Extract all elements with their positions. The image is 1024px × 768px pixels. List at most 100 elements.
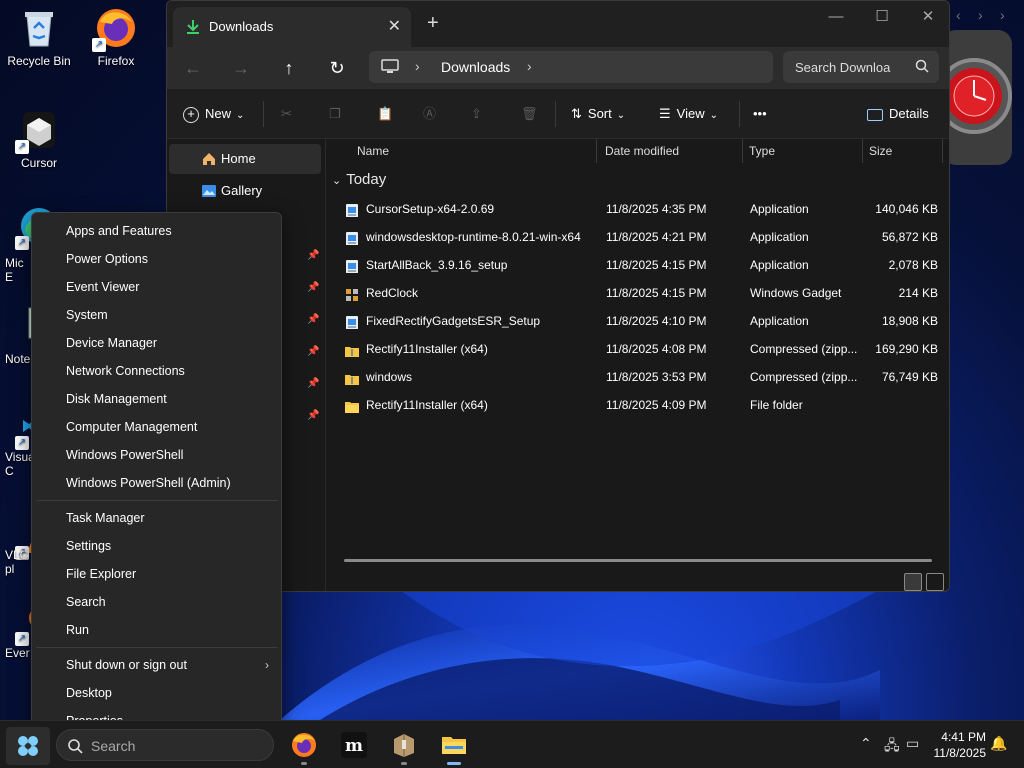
menu-item-device-manager[interactable]: Device Manager	[36, 329, 277, 357]
menu-item-file-explorer[interactable]: File Explorer	[36, 560, 277, 588]
nav-item-gallery[interactable]: Gallery	[169, 176, 321, 206]
desktop-icon-cursor[interactable]: ↗ Cursor	[1, 108, 77, 170]
gadget-prev-icon[interactable]: ‹	[956, 7, 961, 23]
chevron-down-icon: ⌄	[709, 110, 718, 121]
share-icon[interactable]: ⇪	[471, 103, 482, 125]
column-header-date[interactable]: Date modified	[605, 139, 679, 163]
menu-item-power-options[interactable]: Power Options	[36, 245, 277, 273]
start-button[interactable]	[6, 727, 50, 765]
breadcrumb-separator-icon[interactable]: ›	[527, 58, 532, 74]
cut-icon[interactable]: ✂	[281, 103, 292, 125]
menu-item-disk-management[interactable]: Disk Management	[36, 385, 277, 413]
pin-icon[interactable]: 📌	[307, 314, 319, 326]
file-date: 11/8/2025 4:15 PM	[606, 258, 707, 272]
menu-item-run[interactable]: Run	[36, 616, 277, 644]
file-row[interactable]: CursorSetup-x64-2.0.69 11/8/2025 4:35 PM A…	[340, 195, 940, 223]
file-size: 56,872 KB	[881, 230, 938, 244]
taskbar-archive-app[interactable]	[390, 731, 418, 765]
menu-item-apps-and-features[interactable]: Apps and Features	[36, 217, 277, 245]
menu-item-event-viewer[interactable]: Event Viewer	[36, 273, 277, 301]
pin-icon[interactable]: 📌	[307, 250, 319, 262]
view-button[interactable]: ☰ View ⌄	[659, 103, 718, 125]
pin-icon[interactable]: 📌	[307, 410, 319, 422]
menu-item-computer-management[interactable]: Computer Management	[36, 413, 277, 441]
gadget-next-icon[interactable]: ›	[978, 7, 983, 23]
forward-button[interactable]: →	[229, 56, 253, 80]
nav-item-home[interactable]: Home	[169, 144, 321, 174]
desktop-icon-firefox[interactable]: ↗ Firefox	[78, 6, 154, 68]
display-icon[interactable]: ▭	[906, 735, 919, 752]
file-row[interactable]: StartAllBack_3.9.16_setup 11/8/2025 4:15 …	[340, 251, 940, 279]
pin-icon[interactable]: 📌	[307, 346, 319, 358]
tab-downloads[interactable]: Downloads ✕	[173, 7, 411, 47]
file-date: 11/8/2025 4:08 PM	[606, 342, 707, 356]
group-header-today[interactable]: ⌄ Today	[332, 171, 386, 188]
network-icon[interactable]: 🖧	[884, 735, 900, 759]
delete-icon[interactable]: 🗑	[521, 103, 538, 125]
svg-text:m: m	[345, 736, 363, 756]
pin-icon[interactable]: 📌	[307, 282, 319, 294]
menu-item-settings[interactable]: Settings	[36, 532, 277, 560]
file-row[interactable]: windows 11/8/2025 3:53 PM Compressed (zipp…	[340, 363, 940, 391]
gadget-move-icon[interactable]: ›	[1000, 7, 1005, 23]
paste-icon[interactable]: 📋	[377, 103, 393, 125]
refresh-button[interactable]: ↻	[325, 56, 349, 80]
column-header-name[interactable]: Name	[357, 139, 389, 163]
taskbar-clock[interactable]: 4:41 PM 11/8/2025	[924, 729, 987, 761]
breadcrumb-downloads[interactable]: Downloads	[441, 59, 510, 75]
address-bar[interactable]: › Downloads ›	[369, 51, 773, 83]
menu-item-network-connections[interactable]: Network Connections	[36, 357, 277, 385]
show-hidden-icons-icon[interactable]: ⌃	[860, 735, 872, 752]
up-button[interactable]: ↑	[277, 56, 301, 80]
file-size: 169,290 KB	[875, 342, 938, 356]
tiles-view-icon[interactable]	[926, 573, 944, 591]
copy-icon[interactable]: ❐	[329, 103, 341, 125]
details-view-icon[interactable]	[904, 573, 922, 591]
maximize-button[interactable]: ☐	[859, 7, 905, 27]
menu-item-shut-down-or-sign-out[interactable]: Shut down or sign out	[36, 651, 277, 679]
pin-icon[interactable]: 📌	[307, 378, 319, 390]
file-type: Compressed (zipp...	[750, 342, 858, 356]
breadcrumb-separator-icon[interactable]: ›	[415, 58, 420, 74]
chevron-right-icon: ›	[265, 658, 269, 672]
horizontal-scrollbar[interactable]	[344, 559, 932, 562]
menu-item-task-manager[interactable]: Task Manager	[36, 504, 277, 532]
taskbar-search-input[interactable]: Search	[56, 729, 274, 761]
column-header-size[interactable]: Size	[869, 139, 892, 163]
sort-button[interactable]: ⇅ Sort ⌄	[571, 103, 625, 125]
windows-flower-icon	[18, 736, 38, 756]
menu-item-desktop[interactable]: Desktop	[36, 679, 277, 707]
shortcut-arrow-icon: ↗	[15, 632, 29, 646]
column-header-type[interactable]: Type	[749, 139, 775, 163]
file-explorer-window: Downloads ✕ + — ☐ ✕ ← → ↑ ↻ › Downloads …	[166, 0, 950, 592]
menu-item-windows-powershell[interactable]: Windows PowerShell	[36, 441, 277, 469]
more-options-button[interactable]: •••	[753, 103, 767, 125]
chevron-down-icon: ⌄	[616, 110, 626, 121]
new-button[interactable]: + New ⌄	[183, 103, 244, 125]
menu-item-search[interactable]: Search	[36, 588, 277, 616]
new-tab-button[interactable]: +	[427, 13, 439, 33]
rename-icon[interactable]: Ⓐ	[423, 103, 436, 125]
file-row[interactable]: FixedRectifyGadgetsESR_Setup 11/8/2025 4:…	[340, 307, 940, 335]
notifications-bell-icon[interactable]: 🔔	[990, 735, 1007, 752]
file-row[interactable]: windowsdesktop-runtime-8.0.21-win-x64 11/…	[340, 223, 940, 251]
file-row[interactable]: RedClock 11/8/2025 4:15 PM Windows Gadget 2…	[340, 279, 940, 307]
details-pane-button[interactable]: Details	[867, 103, 929, 125]
back-button[interactable]: ←	[181, 56, 205, 80]
file-row[interactable]: Rectify11Installer (x64) 11/8/2025 4:09 P…	[340, 391, 940, 419]
file-date: 11/8/2025 4:09 PM	[606, 398, 707, 412]
file-type: Application	[750, 202, 809, 216]
tab-close-icon[interactable]: ✕	[388, 16, 401, 36]
taskbar-file-explorer[interactable]	[440, 731, 468, 765]
desktop-icon-recycle-bin[interactable]: Recycle Bin	[1, 6, 77, 68]
desktop-icon-label: Firefox	[97, 54, 135, 68]
close-button[interactable]: ✕	[905, 7, 949, 27]
minimize-button[interactable]: —	[813, 7, 859, 27]
taskbar-mobaxterm[interactable]: m	[340, 731, 368, 759]
file-date: 11/8/2025 4:21 PM	[606, 230, 707, 244]
menu-item-windows-powershell-admin[interactable]: Windows PowerShell (Admin)	[36, 469, 277, 497]
taskbar-firefox[interactable]	[290, 731, 318, 765]
file-row[interactable]: Rectify11Installer (x64) 11/8/2025 4:08 P…	[340, 335, 940, 363]
search-input[interactable]: Search Downloa	[783, 51, 939, 83]
menu-item-system[interactable]: System	[36, 301, 277, 329]
